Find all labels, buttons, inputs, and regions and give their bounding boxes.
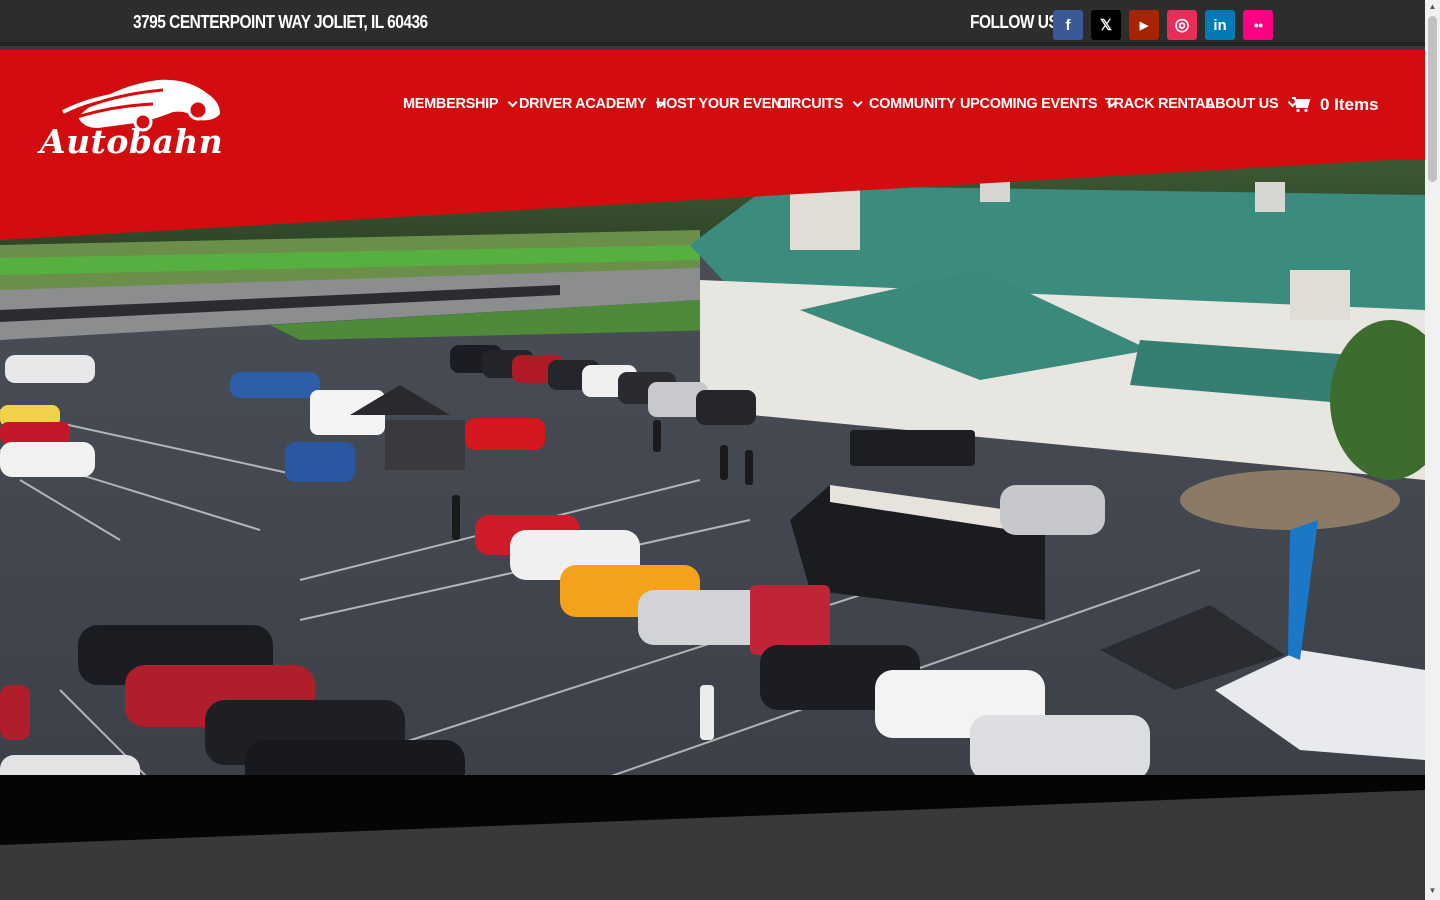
x-glyph: 𝕏	[1099, 17, 1113, 34]
facebook-glyph: f	[1065, 16, 1071, 34]
facebook-icon[interactable]: f	[1053, 10, 1083, 40]
flickr-glyph: ●●	[1253, 20, 1264, 30]
linkedin-glyph: in	[1213, 16, 1227, 34]
nav-label: HOST YOUR EVENT	[656, 96, 790, 112]
nav-label: COMMUNITY	[869, 96, 956, 112]
logo-text: Autobahn	[40, 122, 224, 161]
scroll-thumb[interactable]	[1428, 16, 1437, 182]
scroll-up-arrow-icon[interactable]: ▲	[1428, 2, 1437, 12]
top-bar: 3795 CENTERPOINT WAY JOLIET, IL 60436 FO…	[0, 0, 1425, 46]
nav-label: CIRCUITS	[777, 96, 844, 112]
address-text: 3795 CENTERPOINT WAY JOLIET, IL 60436	[133, 12, 428, 32]
follow-us-label: FOLLOW US:	[970, 12, 1063, 32]
linkedin-icon[interactable]: in	[1205, 10, 1235, 40]
x-icon[interactable]: 𝕏	[1091, 10, 1121, 40]
nav-driver-academy[interactable]: DRIVER ACADEMY	[519, 96, 666, 112]
nav-upcoming-events[interactable]: UPCOMING EVENTS	[960, 96, 1117, 112]
nav-community[interactable]: COMMUNITY	[869, 96, 956, 112]
section-divider	[0, 775, 1425, 900]
nav-label: UPCOMING EVENTS	[960, 96, 1098, 112]
page-scrollbar[interactable]: ▲ ▼	[1425, 0, 1440, 900]
page: 3795 CENTERPOINT WAY JOLIET, IL 60436 FO…	[0, 0, 1425, 900]
flickr-icon[interactable]: ●●	[1243, 10, 1273, 40]
nav-about-us[interactable]: ABOUT US	[1205, 96, 1298, 112]
nav-label: TRACK RENTAL	[1105, 96, 1214, 112]
nav-circuits[interactable]: CIRCUITS	[777, 96, 863, 112]
hero-image	[0, 150, 1425, 780]
shopping-cart-icon	[1292, 97, 1310, 113]
nav-label: DRIVER ACADEMY	[519, 96, 647, 112]
instagram-glyph: ◎	[1174, 15, 1190, 34]
nav-track-rental[interactable]: TRACK RENTAL	[1105, 96, 1214, 112]
nav-label: MEMBERSHIP	[403, 96, 499, 112]
cart-count: 0 Items	[1320, 95, 1379, 114]
cart-link[interactable]: 0 Items	[1292, 95, 1379, 115]
nav-membership[interactable]: MEMBERSHIP	[403, 96, 518, 112]
nav-host-your-event[interactable]: HOST YOUR EVENT	[656, 96, 790, 112]
scroll-down-arrow-icon[interactable]: ▼	[1428, 886, 1437, 896]
nav-label: ABOUT US	[1205, 96, 1279, 112]
youtube-icon[interactable]: ▶	[1129, 10, 1159, 40]
youtube-glyph: ▶	[1139, 19, 1149, 32]
instagram-icon[interactable]: ◎	[1167, 10, 1197, 40]
